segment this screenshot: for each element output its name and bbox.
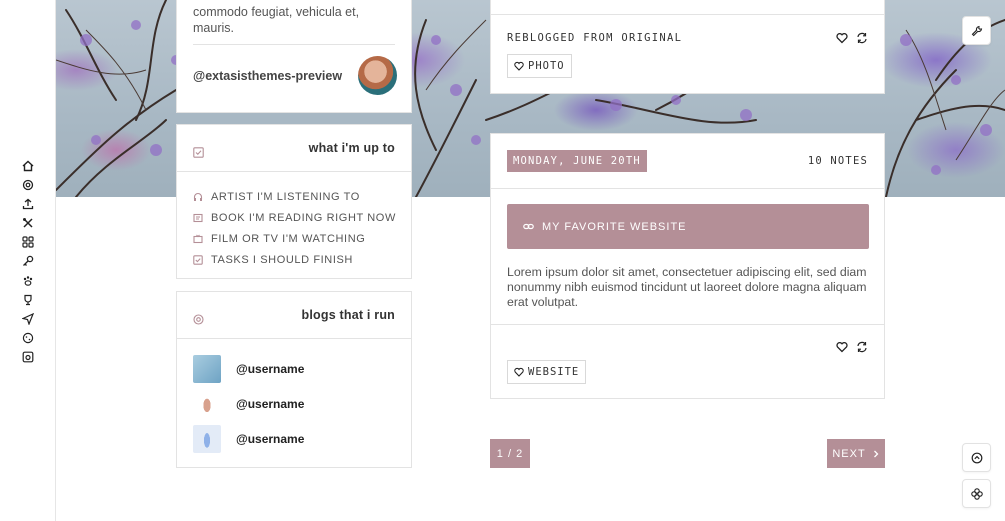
list-item[interactable]: FILM OR TV I'M WATCHING — [193, 228, 396, 249]
card-title: blogs that i run — [301, 308, 395, 322]
upload-icon[interactable] — [21, 197, 35, 211]
photo-post-card: REBLOGGED FROM ORIGINAL PHOTO — [490, 0, 885, 94]
blogs-card: blogs that i run @username @username @us… — [176, 291, 412, 468]
tv-icon — [193, 234, 203, 244]
customize-button[interactable] — [962, 16, 991, 45]
blog-username: @username — [236, 362, 305, 376]
card-header: blogs that i run — [177, 292, 411, 339]
paw-icon[interactable] — [21, 274, 35, 288]
left-icon-rail — [0, 0, 56, 521]
card-header: what i'm up to — [177, 125, 411, 172]
headphones-icon — [193, 192, 203, 202]
about-username[interactable]: @extasisthemes-preview — [193, 69, 342, 83]
notes-count[interactable]: 10 NOTES — [808, 155, 868, 167]
checkbox-icon — [193, 254, 203, 265]
theme-credit-button[interactable] — [962, 479, 991, 508]
heart-icon[interactable] — [836, 341, 848, 353]
list-item[interactable]: @username — [193, 355, 304, 383]
post-date[interactable]: MONDAY, JUNE 20TH — [507, 150, 647, 172]
card-title: what i'm up to — [308, 141, 395, 155]
about-card: commodo feugiat, vehicula et, mauris. @e… — [176, 0, 412, 113]
list-item[interactable]: ARTIST I'M LISTENING TO — [193, 186, 396, 207]
tag-photo[interactable]: PHOTO — [507, 54, 572, 78]
scroll-top-button[interactable] — [962, 443, 991, 472]
list-item-label: ARTIST I'M LISTENING TO — [211, 190, 360, 203]
trophy-icon[interactable] — [21, 293, 35, 307]
checkbox-icon — [193, 143, 204, 158]
divider — [491, 188, 884, 189]
tag-label: WEBSITE — [528, 366, 580, 378]
next-page-button[interactable]: NEXT — [827, 439, 885, 468]
blog-username: @username — [236, 432, 305, 446]
divider — [491, 14, 884, 15]
post-body: Lorem ipsum dolor sit amet, consectetuer… — [507, 265, 867, 309]
blog-thumbnail — [193, 425, 221, 453]
what-im-up-to-card: what i'm up to ARTIST I'M LISTENING TO B… — [176, 124, 412, 279]
post-actions — [836, 32, 868, 44]
post-actions — [836, 341, 868, 353]
blog-username: @username — [236, 397, 305, 411]
avatar[interactable] — [358, 56, 397, 95]
cookie-icon[interactable] — [21, 331, 35, 345]
reblog-icon[interactable] — [856, 32, 868, 44]
list-item-label: TASKS I SHOULD FINISH — [211, 253, 353, 266]
home-icon[interactable] — [21, 159, 35, 173]
book-icon — [193, 213, 203, 223]
link-button[interactable]: MY FAVORITE WEBSITE — [507, 204, 869, 249]
next-label: NEXT — [832, 447, 866, 460]
tools-icon[interactable] — [21, 216, 35, 230]
chevron-right-icon — [872, 450, 880, 458]
link-post-card: MONDAY, JUNE 20TH 10 NOTES MY FAVORITE W… — [490, 133, 885, 399]
wrench-icon — [971, 25, 983, 37]
heart-icon — [514, 61, 524, 71]
list-item-label: BOOK I'M READING RIGHT NOW — [211, 211, 396, 224]
blog-thumbnail — [193, 355, 221, 383]
list-item[interactable]: @username — [193, 390, 304, 418]
page-indicator[interactable]: 1 / 2 — [490, 439, 530, 468]
key-icon[interactable] — [21, 254, 35, 268]
camera-icon[interactable] — [21, 350, 35, 364]
divider — [193, 44, 395, 45]
send-icon[interactable] — [21, 312, 35, 326]
link-label: MY FAVORITE WEBSITE — [542, 220, 687, 233]
reblog-text[interactable]: REBLOGGED FROM ORIGINAL — [507, 32, 682, 44]
flower-icon — [970, 487, 983, 500]
list-item[interactable]: @username — [193, 425, 304, 453]
list-item-label: FILM OR TV I'M WATCHING — [211, 232, 366, 245]
up-to-list: ARTIST I'M LISTENING TO BOOK I'M READING… — [193, 186, 396, 270]
tag-website[interactable]: WEBSITE — [507, 360, 587, 384]
tag-label: PHOTO — [528, 60, 565, 72]
blog-thumbnail — [193, 390, 221, 418]
reblog-icon[interactable] — [856, 341, 868, 353]
list-item[interactable]: BOOK I'M READING RIGHT NOW — [193, 207, 396, 228]
grid-icon[interactable] — [21, 235, 35, 249]
at-icon — [193, 310, 204, 325]
heart-icon — [514, 367, 524, 377]
link-icon — [523, 221, 534, 232]
arrow-up-circle-icon — [971, 452, 983, 464]
divider — [491, 324, 884, 325]
about-text: commodo feugiat, vehicula et, mauris. — [193, 5, 360, 35]
heart-icon[interactable] — [836, 32, 848, 44]
at-icon[interactable] — [21, 178, 35, 192]
list-item[interactable]: TASKS I SHOULD FINISH — [193, 249, 396, 270]
